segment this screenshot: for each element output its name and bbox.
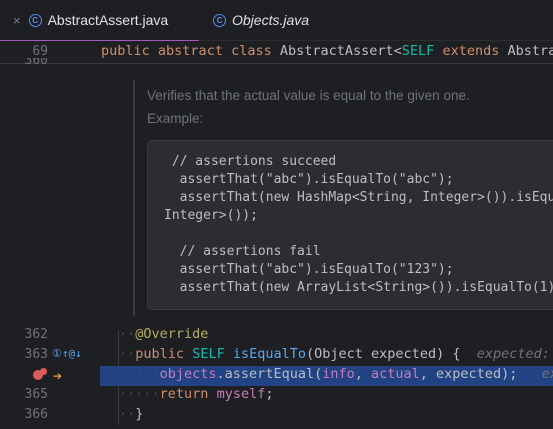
code-block-line: assertThat("abc").isEqualTo("123"); (164, 262, 454, 277)
class-icon: C (28, 13, 42, 27)
code-block-line: // assertions succeed (164, 154, 337, 169)
line-number: 69 (32, 44, 48, 59)
tab-objects[interactable]: C Objects.java (199, 0, 349, 40)
code-line-363[interactable]: ··public SELF isEqualTo(Object expected)… (119, 346, 550, 362)
inlay-hint: ex (541, 366, 553, 382)
code-line-364[interactable]: ·····objects.assertEqual(info, actual, e… (119, 366, 553, 382)
code-block-line: // assertions fail (164, 244, 321, 259)
execution-arrow-icon: ➔ (53, 367, 63, 385)
override-icon[interactable]: ①↑@↓ (52, 347, 82, 360)
code-block-line: assertThat(new HashMap<String, Integer>(… (164, 190, 553, 205)
javadoc-text: Verifies that the actual value is equal … (147, 88, 470, 103)
tab-abstractassert[interactable]: × C AbstractAssert.java (0, 0, 199, 42)
class-icon: C (213, 13, 226, 27)
tab-label: AbstractAssert.java (47, 12, 169, 28)
code-line-365[interactable]: ·····return myself; (119, 386, 273, 402)
code-line-362[interactable]: ··@Override (119, 326, 208, 342)
sticky-header: 69 public abstract class AbstractAssert<… (0, 41, 553, 64)
inlay-hint: expected: (476, 346, 550, 362)
line-number: 360 (24, 58, 48, 66)
line-number: 365 (24, 387, 48, 402)
line-number: 366 (24, 407, 48, 422)
sticky-code-line[interactable]: public abstract class AbstractAssert<SEL… (101, 43, 553, 59)
breakpoint-icon[interactable] (40, 368, 47, 375)
javadoc-code-block: // assertions succeed assertThat("abc").… (147, 140, 553, 310)
close-tab-icon[interactable]: × (13, 13, 21, 28)
code-line-366[interactable]: ··} (119, 406, 143, 422)
javadoc-example-label: Example: (147, 111, 204, 126)
editor-tab-bar: × C AbstractAssert.java C Objects.java (0, 0, 553, 42)
line-number: 362 (24, 327, 48, 342)
code-block-line: assertThat(new ArrayList<String>()).isEq… (164, 280, 553, 295)
code-block-line: Integer>()); (164, 208, 258, 223)
tab-label: Objects.java (232, 12, 310, 28)
line-number: 363 (24, 347, 48, 362)
code-block-line: assertThat("abc").isEqualTo("abc"); (164, 172, 454, 187)
